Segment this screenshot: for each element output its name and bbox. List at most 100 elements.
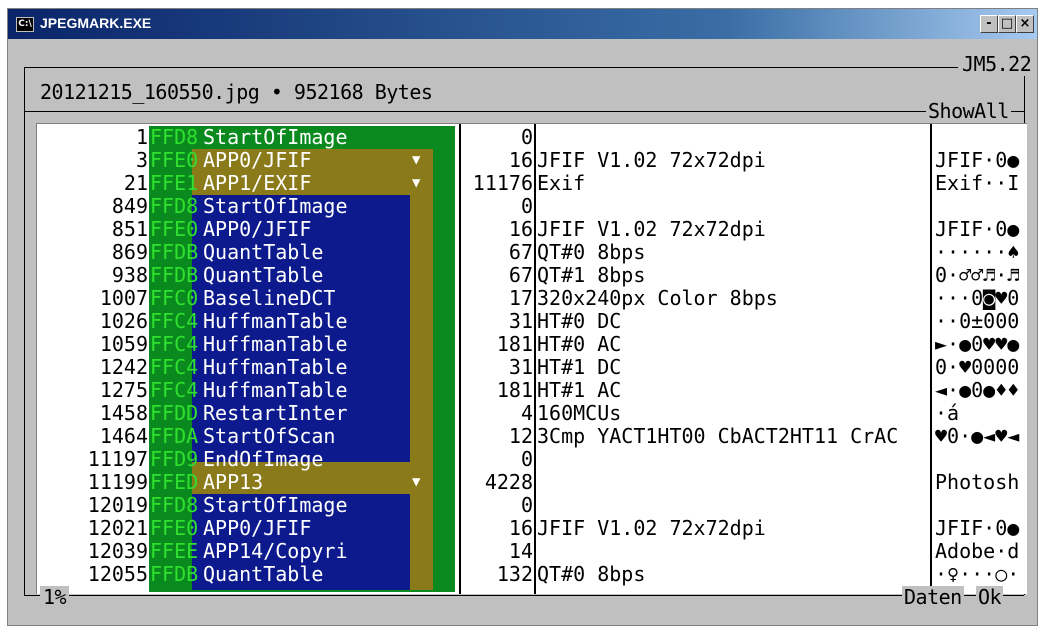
segment-hex-dump: JFIF·0● <box>935 516 1020 540</box>
segment-row[interactable]: 938 FFDB QuantTable 67 QT#1 8bps 0·♂♂♬·♬ <box>37 264 1027 287</box>
segment-hex-dump: ·á <box>935 401 960 425</box>
segment-marker: FFEE <box>150 539 199 563</box>
segment-row[interactable]: 1059 FFC4 HuffmanTable 181 HT#0 AC ►·●0♥♥● <box>37 333 1027 356</box>
segment-row[interactable]: 869 FFDB QuantTable 67 QT#0 8bps ······♠ <box>37 241 1027 264</box>
segment-row[interactable]: 21 FFE1 APP1/EXIF ▼ 11176 Exif Exif··I <box>37 172 1027 195</box>
segment-row[interactable]: 849 FFD8 StartOfImage 0 <box>37 195 1027 218</box>
show-all-button[interactable]: ShowAll <box>926 100 1011 123</box>
segment-row[interactable]: 1458 FFDD RestartInter 4 160MCUs ·á <box>37 402 1027 425</box>
close-button[interactable]: × <box>1016 15 1034 33</box>
segment-length: 0 <box>520 125 533 149</box>
segment-length: 12 <box>508 424 533 448</box>
segment-info: HT#1 AC <box>537 378 622 402</box>
segment-hex-dump: ◄·●0●♦♦ <box>935 378 1020 402</box>
segment-offset: 11199 <box>87 470 148 494</box>
segment-hex-dump: ··0±000 <box>935 309 1020 333</box>
segment-name: HuffmanTable <box>203 378 348 402</box>
segment-marker: FFC4 <box>150 378 199 402</box>
segment-row[interactable]: 12019 FFD8 StartOfImage 0 <box>37 494 1027 517</box>
segment-offset: 1464 <box>99 424 148 448</box>
segment-info: QT#1 8bps <box>537 263 646 287</box>
segment-row[interactable]: 851 FFE0 APP0/JFIF 16 JFIF V1.02 72x72dpi JFI… <box>37 218 1027 241</box>
segment-offset: 1 <box>135 125 148 149</box>
segment-name: StartOfScan <box>203 424 336 448</box>
segment-row[interactable]: 12021 FFE0 APP0/JFIF 16 JFIF V1.02 72x72dpi J… <box>37 517 1027 540</box>
daten-button[interactable]: Daten <box>902 586 964 609</box>
segment-info: 3Cmp YACT1HT00 CbACT2HT11 CrAC <box>537 424 899 448</box>
segment-length: 67 <box>508 263 533 287</box>
segment-offset: 12019 <box>87 493 148 517</box>
segment-row[interactable]: 1 FFD8 StartOfImage 0 <box>37 126 1027 149</box>
segment-length: 132 <box>496 562 533 586</box>
segment-name: StartOfImage <box>203 493 348 517</box>
frame-bottom-line <box>24 595 1024 596</box>
segment-length: 17 <box>508 286 533 310</box>
expand-arrow-icon[interactable]: ▼ <box>412 172 420 195</box>
segment-length: 11176 <box>472 171 533 195</box>
segment-info: 320x240px Color 8bps <box>537 286 778 310</box>
frame-left-line <box>24 67 25 595</box>
segment-row[interactable]: 1464 FFDA StartOfScan 12 3Cmp YACT1HT00 CbAC… <box>37 425 1027 448</box>
segment-offset: 12055 <box>87 562 148 586</box>
segment-marker: FFC0 <box>150 286 199 310</box>
segment-marker: FFDB <box>150 562 199 586</box>
segment-offset: 3 <box>135 148 148 172</box>
segment-offset: 938 <box>111 263 148 287</box>
segment-row[interactable]: 1242 FFC4 HuffmanTable 31 HT#1 DC 0·♥0000 <box>37 356 1027 379</box>
header-divider <box>24 111 1024 112</box>
segment-row[interactable]: 12055 FFDB QuantTable 132 QT#0 8bps ·♀···○· <box>37 563 1027 586</box>
segment-row[interactable]: 3 FFE0 APP0/JFIF ▼ 16 JFIF V1.02 72x72dpi JFIF… <box>37 149 1027 172</box>
segment-length: 16 <box>508 516 533 540</box>
segment-length: 31 <box>508 309 533 333</box>
console-app-icon[interactable]: C:\ <box>16 17 34 32</box>
maximize-button[interactable]: □ <box>998 15 1016 33</box>
segment-offset: 849 <box>111 194 148 218</box>
segment-hex-dump: JFIF·0● <box>935 148 1020 172</box>
file-info: 20121215_160550.jpg • 952168 Bytes <box>40 80 433 104</box>
window-title: JPEGMARK.EXE <box>40 15 152 31</box>
segment-name: APP1/EXIF <box>203 171 312 195</box>
minimize-button[interactable]: - <box>980 15 998 33</box>
expand-arrow-icon[interactable]: ▼ <box>412 149 420 172</box>
segment-length: 67 <box>508 240 533 264</box>
segment-name: APP14/Copyri <box>203 539 348 563</box>
segment-length: 0 <box>520 194 533 218</box>
expand-arrow-icon[interactable]: ▼ <box>412 471 420 494</box>
segment-marker: FFE0 <box>150 148 199 172</box>
segment-marker: FFC4 <box>150 332 199 356</box>
segment-hex-dump: ·♀···○· <box>935 562 1020 586</box>
segment-marker: FFDA <box>150 424 199 448</box>
segment-marker: FFD9 <box>150 447 199 471</box>
segment-row[interactable]: 12039 FFEE APP14/Copyri 14 Adobe·d <box>37 540 1027 563</box>
segment-hex-dump: Exif··I <box>935 171 1020 195</box>
segment-hex-dump: ♥0·●◄♥◄ <box>935 424 1020 448</box>
segment-row[interactable]: 11199 FFED APP13 ▼ 4228 Photosh <box>37 471 1027 494</box>
segment-offset: 1242 <box>99 355 148 379</box>
segment-offset: 1059 <box>99 332 148 356</box>
frame-top-line <box>24 67 1024 68</box>
segment-row[interactable]: 11197 FFD9 EndOfImage 0 <box>37 448 1027 471</box>
segment-length: 16 <box>508 217 533 241</box>
title-bar[interactable]: C:\ JPEGMARK.EXE - □ × <box>8 9 1037 39</box>
segment-name: QuantTable <box>203 240 324 264</box>
app-window: C:\ JPEGMARK.EXE - □ × JM5.22 20121215_1… <box>7 8 1038 626</box>
segment-row[interactable]: 1275 FFC4 HuffmanTable 181 HT#1 AC ◄·●0●♦♦ <box>37 379 1027 402</box>
segment-name: BaselineDCT <box>203 286 336 310</box>
segment-length: 181 <box>496 332 533 356</box>
segment-length: 14 <box>508 539 533 563</box>
segment-marker: FFDB <box>150 263 199 287</box>
segment-offset: 12021 <box>87 516 148 540</box>
segment-hex-dump: Adobe·d <box>935 539 1020 563</box>
segment-name: HuffmanTable <box>203 332 348 356</box>
ok-button[interactable]: Ok <box>976 586 1004 609</box>
segment-offset: 1275 <box>99 378 148 402</box>
segment-length: 181 <box>496 378 533 402</box>
segment-offset: 1007 <box>99 286 148 310</box>
segment-info: QT#0 8bps <box>537 562 646 586</box>
segment-info: HT#1 DC <box>537 355 622 379</box>
segment-row[interactable]: 1026 FFC4 HuffmanTable 31 HT#0 DC ··0±000 <box>37 310 1027 333</box>
segment-name: StartOfImage <box>203 125 348 149</box>
segment-row[interactable]: 1007 FFC0 BaselineDCT 17 320x240px Color 8bp… <box>37 287 1027 310</box>
segment-name: APP0/JFIF <box>203 148 312 172</box>
segment-info: 160MCUs <box>537 401 622 425</box>
